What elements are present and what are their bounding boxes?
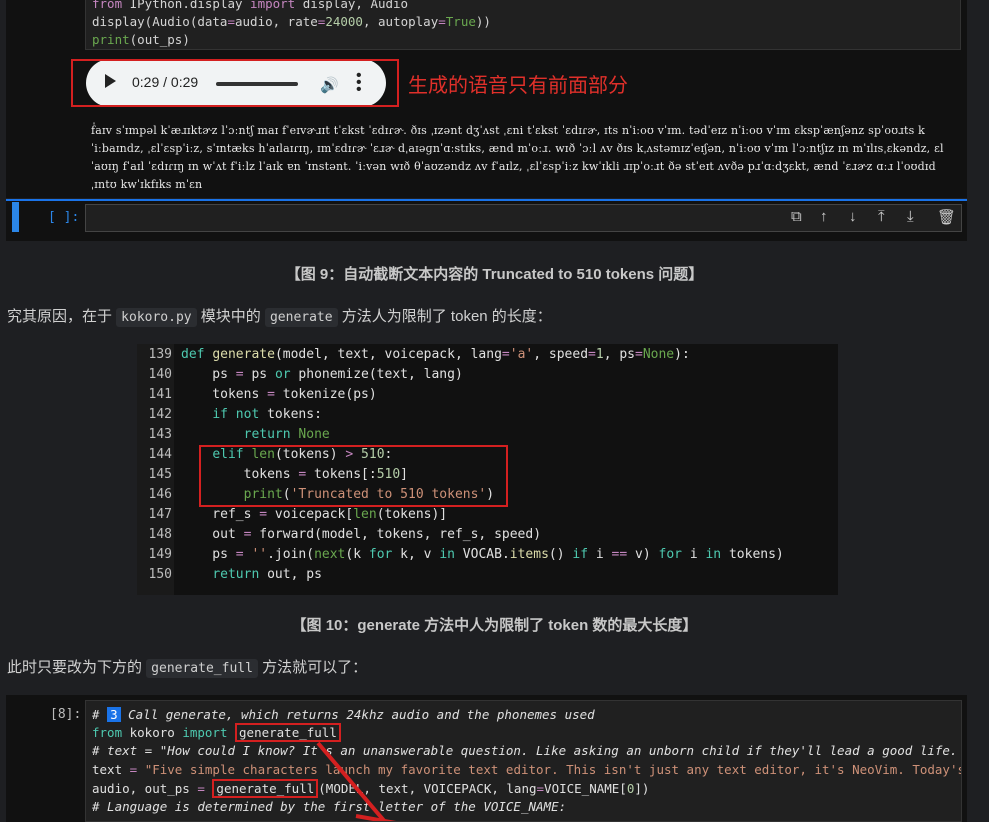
move-down-icon[interactable]: ↓ [849, 208, 857, 225]
para1-text-a: 究其原因，在于 [7, 308, 117, 325]
copy-icon[interactable]: ⧉ [791, 208, 802, 225]
para2-text-b: 方法就可以了： [257, 659, 368, 676]
annotation-text: 生成的语音只有前面部分 [408, 75, 628, 97]
figure-caption-9: 【图 9：自动截断文本内容的 Truncated to 510 tokens 问… [285, 266, 704, 283]
insert-above-icon[interactable]: ⤒ [878, 208, 885, 225]
para1-text-b: 模块中的 [196, 308, 265, 325]
inline-code-kokoro: kokoro.py [116, 308, 197, 327]
audio-progress-bar[interactable] [216, 82, 298, 86]
line-number: 142 [148, 407, 172, 422]
line-number: 148 [148, 527, 172, 542]
para2-text-a: 此时只要改为下方的 [7, 659, 147, 676]
more-options-icon[interactable]: • • • [356, 68, 362, 98]
phoneme-output: f̍aɪv sˈɪmpəl kˈæɹɪktɚz lˈɔːntʃ maɪ fˈeɪ… [91, 124, 944, 191]
delete-icon[interactable]: 🗑 [937, 208, 956, 226]
code-line: ref_s = voicepack[len(tokens)] [181, 507, 448, 522]
audio-time: 0:29 / 0:29 [132, 74, 199, 90]
inline-code-generate: generate [264, 308, 338, 327]
paragraph-1: 究其原因，在于 kokoro.py 模块中的 generate 方法人为限制了 … [7, 305, 552, 327]
line-number: 145 [148, 467, 172, 482]
code-line: return None [243, 427, 330, 442]
play-icon[interactable] [105, 74, 116, 88]
code-line: text = "Five simple characters launch my… [92, 762, 962, 777]
code-input-8[interactable]: # 3 Call generate, which returns 24khz a… [85, 700, 962, 822]
inline-code-generate-full: generate_full [146, 659, 258, 678]
line-number: 147 [148, 507, 172, 522]
code-line: # text = "How could I know? It's an unan… [92, 743, 962, 758]
para1-text-c: 方法人为限制了 token 的长度： [337, 308, 552, 325]
code-line: from kokoro import generate_full [92, 723, 341, 742]
cell-prompt: [ ]: [48, 210, 80, 225]
volume-icon[interactable]: 🔊 [320, 76, 339, 94]
figure-caption-10: 【图 10：generate 方法中人为限制了 token 数的最大长度】 [291, 617, 698, 634]
line-number: 143 [148, 427, 172, 442]
line-number: 141 [148, 387, 172, 402]
code-line: # 3 Call generate, which returns 24khz a… [92, 707, 595, 722]
code-line: tokens = tokenize(ps) [181, 387, 377, 402]
code-line: ps = ''.join(next(k for k, v in VOCAB.it… [181, 547, 784, 562]
code-line: def generate(model, text, voicepack, lan… [181, 347, 690, 362]
code-input-top[interactable]: from IPython.display import display, Aud… [85, 0, 961, 50]
code-line: out = forward(model, tokens, ref_s, spee… [181, 527, 542, 542]
truncate-highlight-box [199, 445, 508, 507]
red-arrow [316, 741, 397, 821]
paragraph-2: 此时只要改为下方的 generate_full 方法就可以了： [7, 656, 368, 678]
empty-code-input[interactable] [85, 204, 962, 232]
line-number: 146 [148, 487, 172, 502]
active-cell-indicator [12, 202, 19, 232]
line-number: 140 [148, 367, 172, 382]
code-screenshot: 139 140 141 142 143 144 145 146 147 148 … [137, 344, 838, 595]
cell-prompt-8: [8]: [50, 707, 82, 722]
line-number: 150 [148, 567, 172, 582]
line-number: 139 [148, 347, 172, 362]
code-line: ps = ps or phonemize(text, lang) [181, 367, 463, 382]
code-line: if not tokens: [212, 407, 322, 422]
line-number: 144 [148, 447, 172, 462]
insert-below-icon[interactable]: ⤓ [907, 208, 914, 225]
code-line: return out, ps [212, 567, 322, 582]
line-number: 149 [148, 547, 172, 562]
move-up-icon[interactable]: ↑ [820, 208, 828, 225]
